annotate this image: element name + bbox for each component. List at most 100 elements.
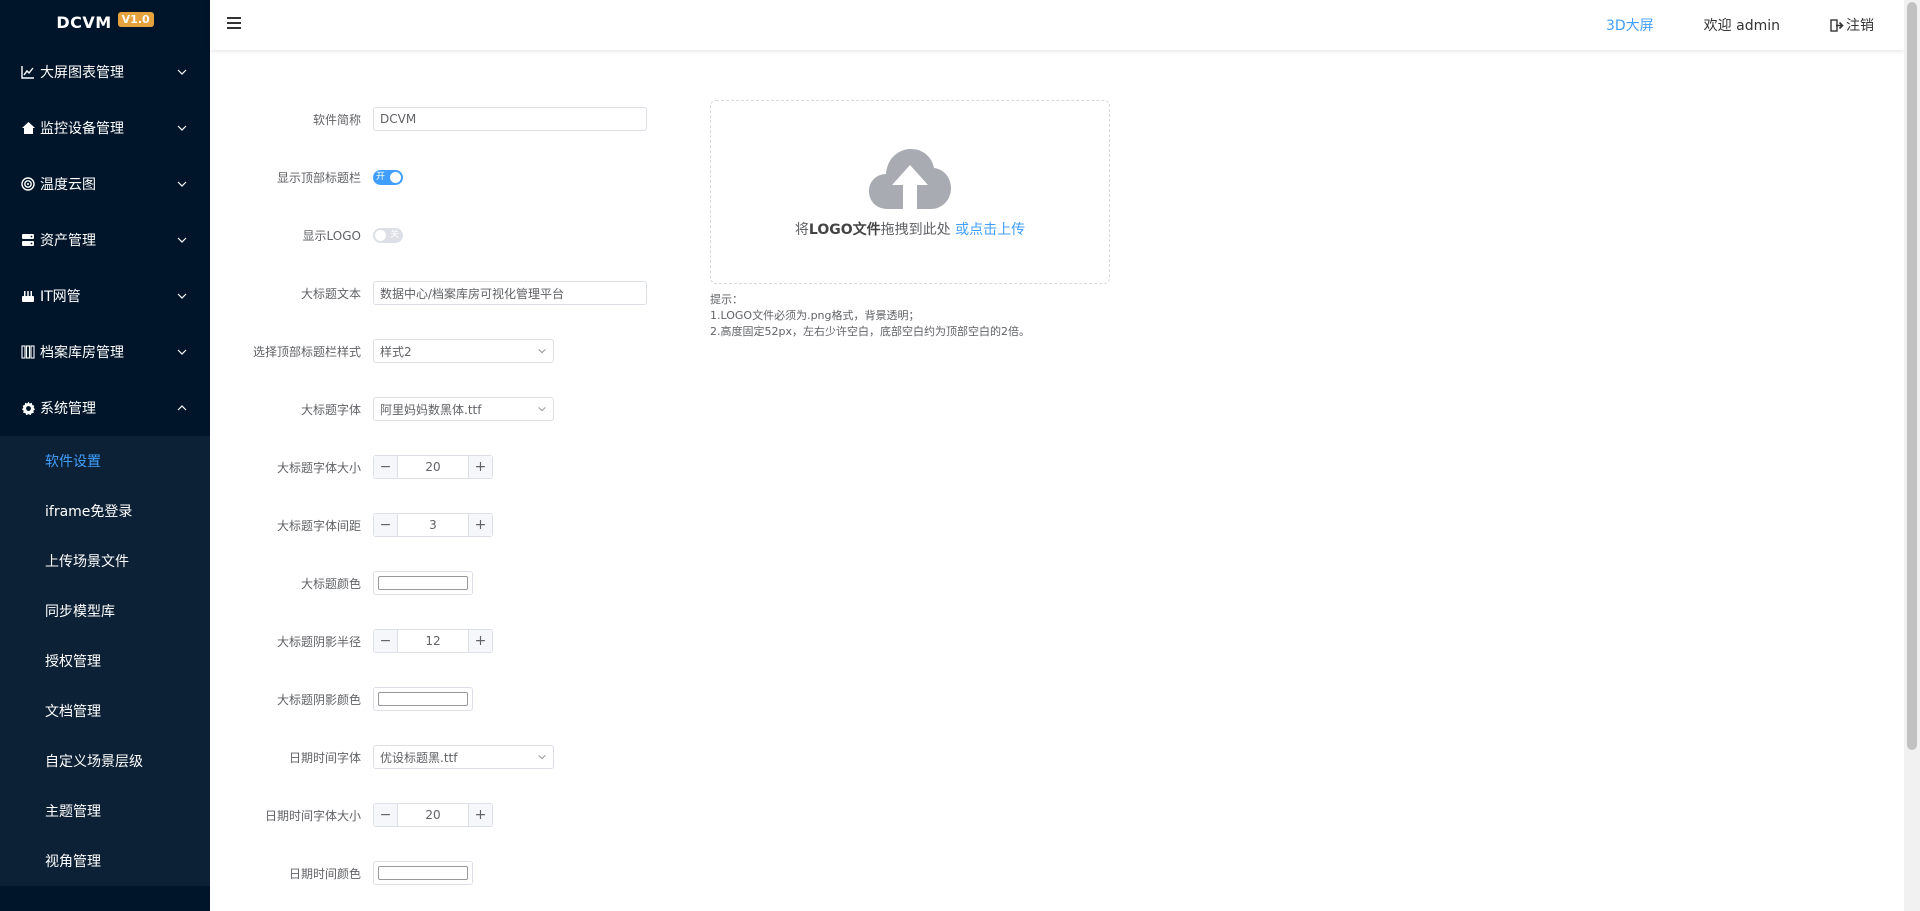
software-name-input[interactable]: DCVM: [373, 107, 647, 131]
logout-icon: [1830, 18, 1844, 32]
3d-screen-link[interactable]: 3D大屏: [1606, 15, 1654, 35]
menu-item-monitor-devices[interactable]: 监控设备管理: [0, 100, 210, 156]
form-row-datetime-font-size: 日期时间字体大小 − 20 +: [210, 800, 493, 830]
show-logo-switch[interactable]: 关: [373, 227, 403, 243]
form-row-software-name: 软件简称 DCVM: [210, 104, 647, 134]
upload-hint-middle: 拖拽到此处: [880, 222, 956, 238]
increment-button[interactable]: +: [468, 456, 492, 478]
chevron-down-icon: [538, 348, 546, 354]
version-badge: V1.0: [117, 11, 154, 27]
increment-button[interactable]: +: [468, 804, 492, 826]
click-upload-link[interactable]: 或点击上传: [955, 222, 1025, 238]
menu-item-label: 温度云图: [40, 177, 96, 193]
submenu-item-software-settings[interactable]: 软件设置: [0, 436, 210, 486]
datetime-color-picker[interactable]: [373, 861, 473, 885]
menu-item-temperature-cloud[interactable]: 温度云图: [0, 156, 210, 212]
menu-item-label: 资产管理: [40, 233, 96, 249]
title-shadow-color-picker[interactable]: [373, 687, 473, 711]
chevron-down-icon: [177, 125, 187, 131]
upload-hint: 将LOGO文件拖拽到此处 或点击上传: [795, 219, 1025, 239]
increment-button[interactable]: +: [468, 630, 492, 652]
form-label: 大标题字体间距: [276, 518, 361, 533]
switch-text: 关: [389, 229, 399, 240]
submenu-item-upload-scene[interactable]: 上传场景文件: [0, 536, 210, 586]
welcome-user: 欢迎 admin: [1703, 18, 1780, 34]
menu-item-screen-charts[interactable]: 大屏图表管理: [0, 44, 210, 100]
menu-item-archive-room[interactable]: 档案库房管理: [0, 324, 210, 380]
page-scrollbar[interactable]: [1904, 0, 1920, 911]
decrement-button[interactable]: −: [374, 456, 398, 478]
show-title-bar-switch[interactable]: 开: [373, 169, 403, 185]
decrement-button[interactable]: −: [374, 804, 398, 826]
form-label: 大标题字体大小: [276, 460, 361, 475]
datetime-font-size-stepper: − 20 +: [373, 803, 493, 827]
submenu-item-license[interactable]: 授权管理: [0, 636, 210, 686]
form-label: 大标题文本: [300, 286, 361, 301]
brand-name: DCVM: [56, 12, 112, 32]
menu-item-label: 大屏图表管理: [40, 65, 124, 81]
submenu-item-iframe-login[interactable]: iframe免登录: [0, 486, 210, 536]
title-color-picker[interactable]: [373, 571, 473, 595]
color-swatch: [378, 576, 468, 590]
form-row-title-font-size: 大标题字体大小 − 20 +: [210, 452, 493, 482]
menu-item-assets[interactable]: 资产管理: [0, 212, 210, 268]
menu-item-label: 监控设备管理: [40, 121, 124, 137]
submenu-item-viewpoints[interactable]: 视角管理: [0, 836, 210, 886]
form-label: 日期时间颜色: [288, 866, 361, 881]
tips-title: 提示：: [710, 293, 743, 306]
logout-button[interactable]: 注销: [1830, 15, 1874, 35]
logo-upload-dropzone[interactable]: 将LOGO文件拖拽到此处 或点击上传: [710, 100, 1110, 284]
submenu-item-themes[interactable]: 主题管理: [0, 786, 210, 836]
form-row-title-shadow-radius: 大标题阴影半径 − 12 +: [210, 626, 493, 656]
title-bar-style-select[interactable]: 样式2: [373, 339, 554, 363]
cloud-upload-icon: [869, 149, 951, 209]
form-label: 显示LOGO: [302, 228, 361, 243]
form-label: 选择顶部标题栏样式: [252, 344, 361, 359]
form-label: 日期时间字体大小: [264, 808, 361, 823]
color-swatch: [378, 866, 468, 880]
menu-item-label: 档案库房管理: [40, 345, 124, 361]
sidebar-menu: 大屏图表管理 监控设备管理 温度云图 资产管理 IT网管 档案库房管理 系统管理: [0, 44, 210, 436]
server-icon: [20, 232, 36, 248]
select-value: 样式2: [380, 344, 412, 359]
grid-icon: [20, 344, 36, 360]
stepper-value[interactable]: 12: [398, 630, 468, 652]
stepper-value[interactable]: 20: [398, 456, 468, 478]
chevron-down-icon: [177, 349, 187, 355]
brand: DCVM V1.0: [0, 0, 210, 44]
stepper-value[interactable]: 3: [398, 514, 468, 536]
form-label: 大标题阴影颜色: [276, 692, 361, 707]
datetime-font-select[interactable]: 优设标题黑.ttf: [373, 745, 554, 769]
form-row-title-text: 大标题文本 数据中心/档案库房可视化管理平台: [210, 278, 647, 308]
form-row-show-logo: 显示LOGO 关: [210, 220, 403, 250]
title-font-select[interactable]: 阿里妈妈数黑体.ttf: [373, 397, 554, 421]
stepper-value[interactable]: 20: [398, 804, 468, 826]
form-row-title-font: 大标题字体 阿里妈妈数黑体.ttf: [210, 394, 554, 424]
submenu-item-documents[interactable]: 文档管理: [0, 686, 210, 736]
system-submenu: 软件设置 iframe免登录 上传场景文件 同步模型库 授权管理 文档管理 自定…: [0, 436, 210, 886]
submenu-item-scene-levels[interactable]: 自定义场景层级: [0, 736, 210, 786]
chevron-down-icon: [177, 181, 187, 187]
decrement-button[interactable]: −: [374, 514, 398, 536]
logout-label: 注销: [1846, 18, 1874, 34]
tips-line-1: 1.LOGO文件必须为.png格式，背景透明；: [710, 309, 920, 322]
title-letter-spacing-stepper: − 3 +: [373, 513, 493, 537]
sidebar: DCVM V1.0 大屏图表管理 监控设备管理 温度云图 资产管理 IT网管 档…: [0, 0, 210, 911]
tips-line-2: 2.高度固定52px，左右少许空白，底部空白约为顶部空白的2倍。: [710, 325, 1030, 338]
scrollbar-thumb[interactable]: [1907, 2, 1917, 750]
title-text-input[interactable]: 数据中心/档案库房可视化管理平台: [373, 281, 647, 305]
form-row-datetime-color: 日期时间颜色: [210, 858, 473, 888]
switch-knob: [375, 229, 386, 241]
menu-toggle-icon[interactable]: [227, 17, 241, 31]
submenu-item-sync-model[interactable]: 同步模型库: [0, 586, 210, 636]
settings-form: 软件简称 DCVM 显示顶部标题栏 开 显示LOGO 关 大标题文本 数据中心/…: [210, 50, 1904, 911]
target-icon: [20, 176, 36, 192]
menu-item-it-network[interactable]: IT网管: [0, 268, 210, 324]
increment-button[interactable]: +: [468, 514, 492, 536]
chevron-down-icon: [177, 293, 187, 299]
chart-line-icon: [20, 64, 36, 80]
title-shadow-radius-stepper: − 12 +: [373, 629, 493, 653]
decrement-button[interactable]: −: [374, 630, 398, 652]
form-row-title-bar-style: 选择顶部标题栏样式 样式2: [210, 336, 554, 366]
menu-item-system[interactable]: 系统管理: [0, 380, 210, 436]
